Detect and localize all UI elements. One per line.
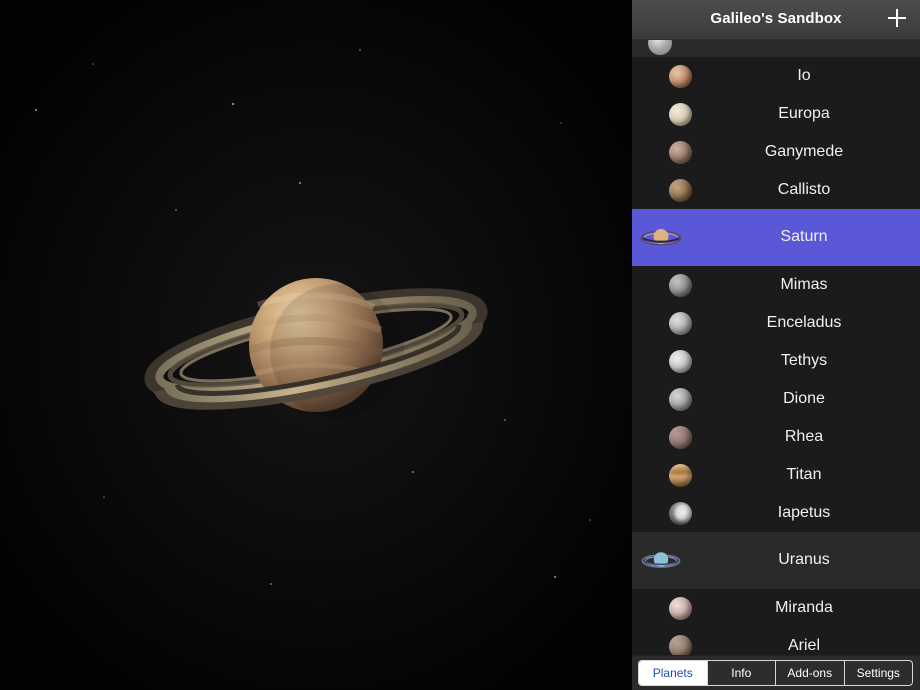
tethys-moon-icon [669, 350, 692, 373]
miranda-moon-icon [669, 597, 692, 620]
list-item-titan[interactable]: Titan [632, 456, 920, 494]
partially-visible-list-item[interactable] [632, 40, 920, 57]
sidebar-header: Galileo's Sandbox [632, 0, 920, 40]
list-item-enceladus[interactable]: Enceladus [632, 304, 920, 342]
rhea-moon-icon [669, 426, 692, 449]
list-item-io[interactable]: Io [632, 57, 920, 95]
tab-planets[interactable]: Planets [639, 661, 707, 685]
space-view[interactable] [0, 0, 632, 690]
app-window: Galileo's Sandbox Io Europa Ganymede Cal… [0, 0, 920, 690]
page-title: Galileo's Sandbox [710, 10, 842, 27]
uranus-icon [641, 552, 681, 568]
dione-moon-icon [669, 388, 692, 411]
list-item-label: Iapetus [777, 504, 831, 521]
ganymede-moon-icon [669, 141, 692, 164]
tab-settings[interactable]: Settings [843, 661, 913, 685]
europa-moon-icon [669, 103, 692, 126]
list-item-uranus[interactable]: Uranus [632, 532, 920, 589]
list-item-label: Europa [778, 105, 830, 122]
list-item-ganymede[interactable]: Ganymede [632, 133, 920, 171]
io-moon-icon [669, 65, 692, 88]
add-button[interactable] [886, 7, 908, 29]
list-item-callisto[interactable]: Callisto [632, 171, 920, 209]
titan-moon-icon [669, 464, 692, 487]
enceladus-moon-icon [669, 312, 692, 335]
saturn-icon [640, 229, 682, 246]
callisto-moon-icon [669, 179, 692, 202]
plus-icon [886, 7, 908, 29]
list-item-label: Ganymede [764, 143, 844, 160]
list-item-label: Titan [786, 466, 822, 483]
list-item-mimas[interactable]: Mimas [632, 266, 920, 304]
tab-add-ons[interactable]: Add-ons [775, 661, 844, 685]
list-item-label: Callisto [777, 181, 831, 198]
list-item-saturn[interactable]: Saturn [632, 209, 920, 266]
list-item-label: Io [797, 67, 811, 84]
list-item-label: Dione [783, 390, 825, 407]
list-item-label: Tethys [780, 352, 828, 369]
saturn-scene [0, 0, 632, 690]
list-item-label: Mimas [780, 276, 828, 293]
object-sidebar: Galileo's Sandbox Io Europa Ganymede Cal… [632, 0, 920, 690]
list-item-rhea[interactable]: Rhea [632, 418, 920, 456]
tab-info[interactable]: Info [706, 661, 776, 685]
list-item-europa[interactable]: Europa [632, 95, 920, 133]
mimas-moon-icon [669, 274, 692, 297]
tab-bar: Planets Info Add-ons Settings [632, 655, 920, 690]
list-item-iapetus[interactable]: Iapetus [632, 494, 920, 532]
list-item-label: Ariel [787, 637, 820, 654]
list-item-miranda[interactable]: Miranda [632, 589, 920, 627]
list-item-label: Rhea [784, 428, 824, 445]
segmented-control: Planets Info Add-ons Settings [638, 660, 913, 686]
list-item-label: Uranus [778, 551, 830, 568]
list-item-label: Saturn [780, 228, 828, 245]
list-item-label: Miranda [775, 599, 833, 616]
list-item-tethys[interactable]: Tethys [632, 342, 920, 380]
iapetus-moon-icon [669, 502, 692, 525]
list-item-label: Enceladus [766, 314, 842, 331]
partial-body-icon [648, 40, 672, 55]
list-item-dione[interactable]: Dione [632, 380, 920, 418]
